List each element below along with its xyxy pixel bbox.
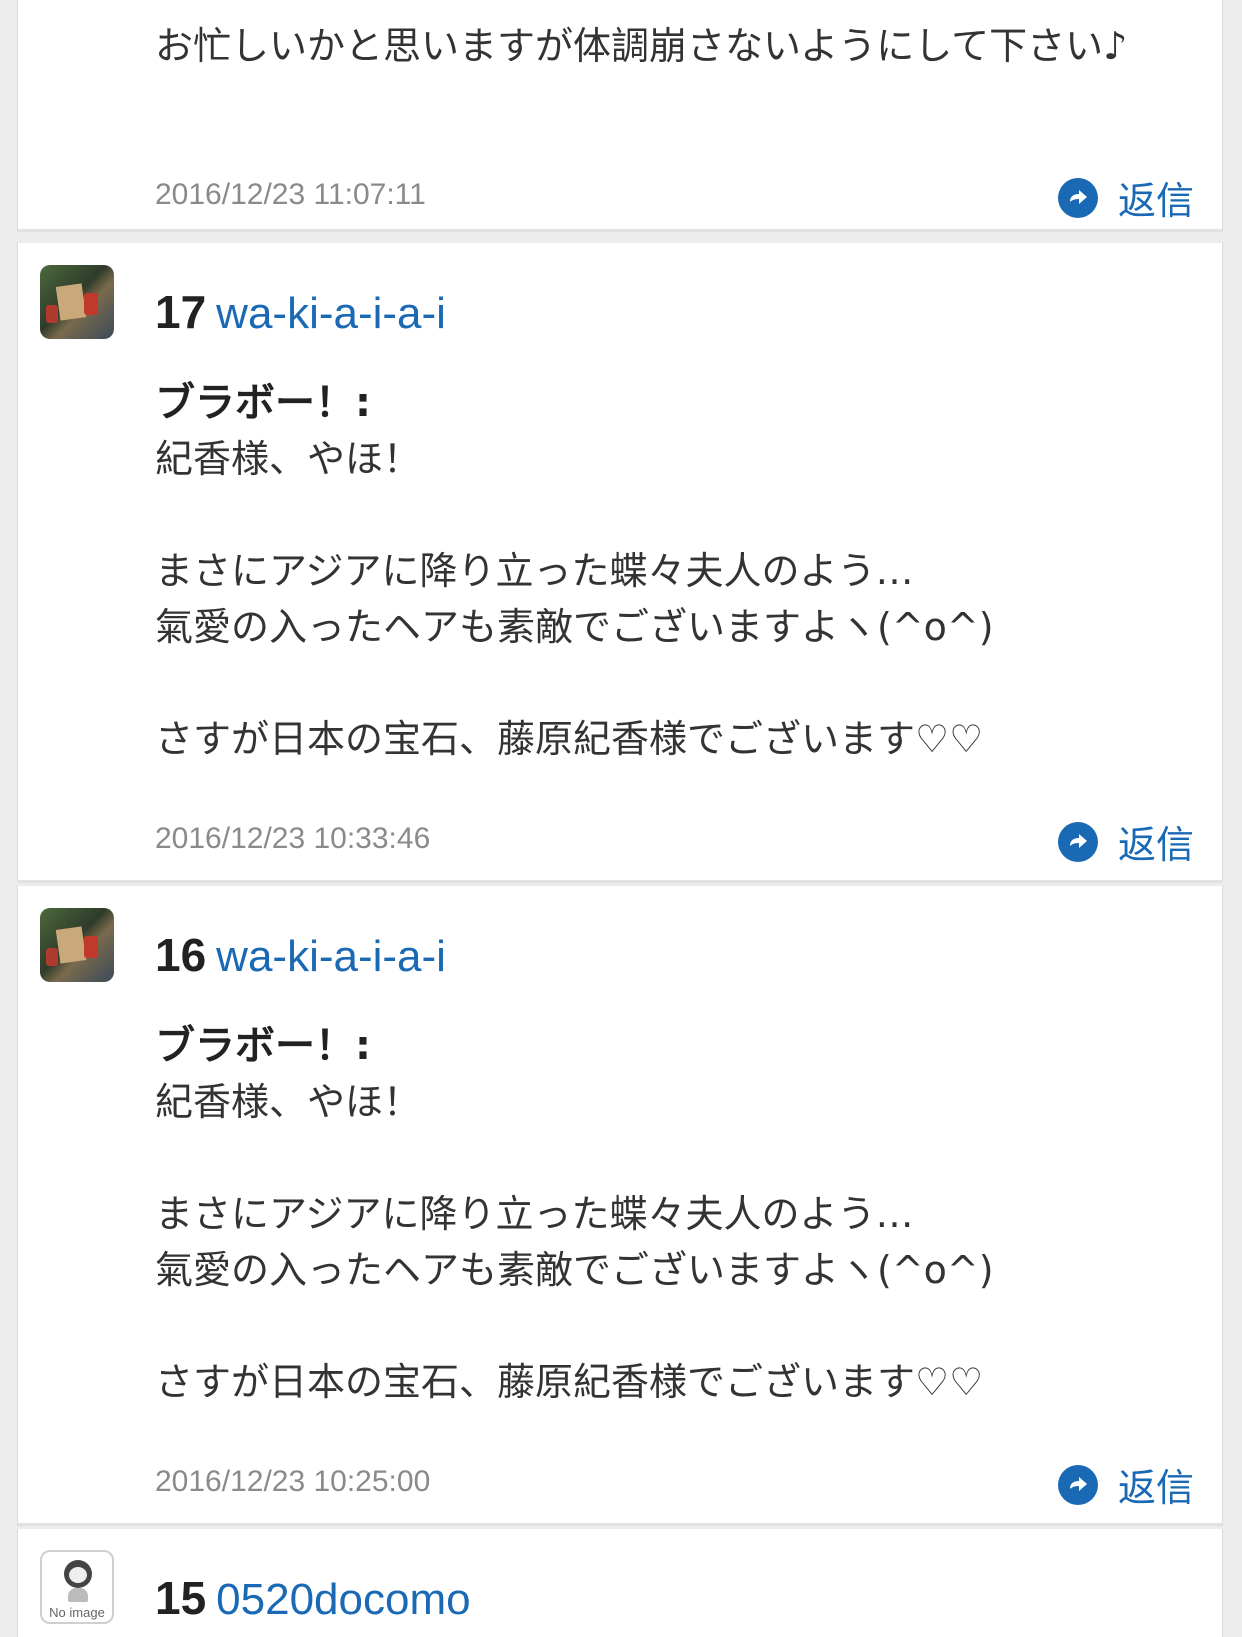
comment-timestamp: 2016/12/23 10:25:00 (155, 1465, 431, 1498)
reply-button[interactable]: 返信 (1057, 1457, 1194, 1512)
reply-arrow-icon (1057, 821, 1098, 862)
comment-number: 16 (155, 929, 207, 981)
comment-timestamp: 2016/12/23 10:33:46 (155, 822, 431, 855)
comment-body: お忙しいかと思いますが体調崩さないようにして下さい♪ (155, 24, 1128, 68)
reply-label: 返信 (1117, 179, 1194, 223)
username-link[interactable]: 0520docomo (216, 1575, 470, 1624)
comment-card: No image 15 0520docomo (17, 1529, 1223, 1637)
user-avatar[interactable]: No image (40, 1550, 114, 1624)
comment-card: 17 wa-ki-a-i-a-i ブラボー！: 紀香様、やほ！ まさにアジアに降り… (17, 243, 1223, 883)
comment-body: 紀香様、やほ！ まさにアジアに降り立った蝶々夫人のよう… 氣愛の入ったヘアも素敵… (155, 1080, 994, 1404)
comment-header: 16 wa-ki-a-i-a-i (155, 928, 446, 982)
comment-title: ブラボー！: (155, 1023, 371, 1069)
comment-title: ブラボー！: (155, 380, 371, 426)
comment-timestamp: 2016/12/23 11:07:11 (155, 178, 426, 211)
comment-header: 15 0520docomo (155, 1571, 471, 1625)
no-image-caption: No image (49, 1605, 105, 1620)
comment-number: 17 (155, 286, 207, 338)
reply-button[interactable]: 返信 (1057, 814, 1194, 869)
reply-arrow-icon (1057, 177, 1098, 218)
reply-label: 返信 (1117, 1466, 1194, 1510)
comment-card: 16 wa-ki-a-i-a-i ブラボー！: 紀香様、やほ！ まさにアジアに降り… (17, 886, 1223, 1526)
user-avatar[interactable] (40, 908, 114, 982)
comment-feed: お忙しいかと思いますが体調崩さないようにして下さい♪ 2016/12/23 11… (0, 0, 1242, 1637)
reply-arrow-icon (1057, 1464, 1098, 1505)
comment-header: 17 wa-ki-a-i-a-i (155, 285, 446, 339)
user-avatar[interactable] (40, 265, 114, 339)
comment-card: お忙しいかと思いますが体調崩さないようにして下さい♪ 2016/12/23 11… (17, 0, 1223, 232)
comment-number: 15 (155, 1572, 207, 1624)
username-link[interactable]: wa-ki-a-i-a-i (216, 289, 446, 338)
reply-label: 返信 (1117, 823, 1194, 867)
username-link[interactable]: wa-ki-a-i-a-i (216, 932, 446, 981)
reply-button[interactable]: 返信 (1057, 170, 1194, 225)
comment-body: 紀香様、やほ！ まさにアジアに降り立った蝶々夫人のよう… 氣愛の入ったヘアも素敵… (155, 437, 994, 761)
